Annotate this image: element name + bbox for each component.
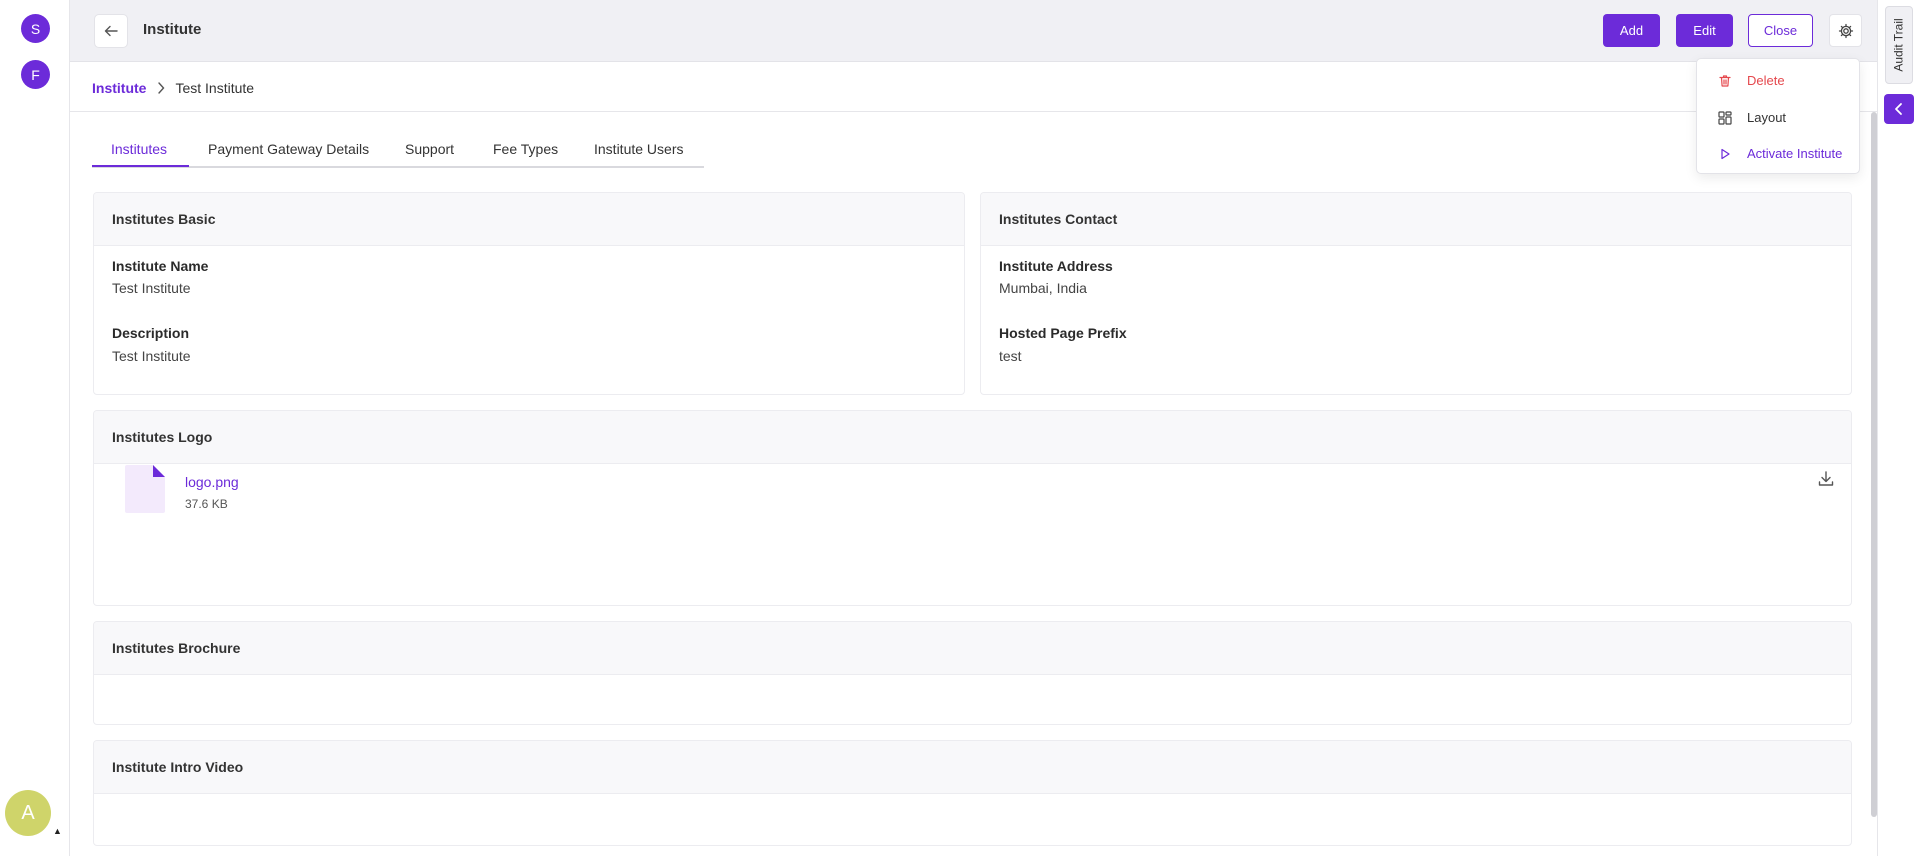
tab-fee-types[interactable]: Fee Types <box>493 141 558 157</box>
panel-toggle-button[interactable] <box>1884 94 1914 124</box>
field-value-hosted-page-prefix: test <box>999 348 1022 364</box>
audit-trail-tab[interactable]: Audit Trail <box>1885 6 1913 84</box>
field-value-institute-name: Test Institute <box>112 280 191 296</box>
play-icon <box>1721 148 1730 160</box>
field-label-institute-address: Institute Address <box>999 258 1113 274</box>
breadcrumb-current: Test Institute <box>175 80 255 96</box>
add-button[interactable]: Add <box>1603 14 1660 47</box>
menu-item-label: Delete <box>1747 73 1785 88</box>
breadcrumb-root-link[interactable]: Institute <box>92 80 146 96</box>
settings-button[interactable] <box>1829 14 1862 47</box>
section-title: Institutes Contact <box>981 193 1851 246</box>
section-title: Institutes Brochure <box>94 622 1851 675</box>
chevron-right-icon <box>157 82 165 94</box>
tab-bar: Institutes Payment Gateway Details Suppo… <box>92 138 704 168</box>
layout-grid-icon <box>1718 111 1732 125</box>
audit-trail-label: Audit Trail <box>1892 18 1907 72</box>
menu-item-layout[interactable]: Layout <box>1697 103 1861 133</box>
user-avatar[interactable]: A <box>5 790 51 836</box>
field-label-hosted-page-prefix: Hosted Page Prefix <box>999 325 1127 341</box>
file-size: 37.6 KB <box>185 497 228 511</box>
back-button[interactable] <box>94 14 128 48</box>
field-label-description: Description <box>112 325 190 341</box>
menu-item-label: Activate Institute <box>1747 146 1843 161</box>
chevron-left-icon <box>1895 103 1902 115</box>
breadcrumb: Institute Test Institute <box>92 80 254 96</box>
section-institutes-contact: Institutes Contact Institute Address Mum… <box>980 192 1852 395</box>
file-icon <box>125 465 165 513</box>
close-button[interactable]: Close <box>1748 14 1813 47</box>
divider <box>70 111 1877 112</box>
download-icon[interactable] <box>1816 469 1836 489</box>
field-label-institute-name: Institute Name <box>112 258 209 274</box>
edit-button[interactable]: Edit <box>1676 14 1733 47</box>
section-institutes-logo: Institutes Logo logo.png 37.6 KB <box>93 410 1852 606</box>
tab-institutes[interactable]: Institutes <box>111 141 167 157</box>
tab-institute-users[interactable]: Institute Users <box>594 141 683 157</box>
tab-support[interactable]: Support <box>405 141 454 157</box>
section-title: Institutes Basic <box>94 193 964 246</box>
file-name-link[interactable]: logo.png <box>185 474 239 490</box>
right-side-panel <box>1877 0 1917 856</box>
section-institutes-basic: Institutes Basic Institute Name Test Ins… <box>93 192 965 395</box>
page-title: Institute <box>143 21 202 38</box>
menu-item-label: Layout <box>1747 110 1787 125</box>
active-tab-indicator <box>92 165 189 167</box>
arrow-left-icon <box>104 25 118 37</box>
menu-item-delete[interactable]: Delete <box>1697 66 1861 96</box>
left-rail: S F A ▲ <box>0 0 70 856</box>
settings-dropdown-menu: Delete Layout Activate Institute <box>1696 58 1860 174</box>
section-title: Institutes Logo <box>94 411 1851 464</box>
tab-payment-gateway-details[interactable]: Payment Gateway Details <box>208 141 369 157</box>
menu-item-activate-institute[interactable]: Activate Institute <box>1697 139 1861 169</box>
field-value-institute-address: Mumbai, India <box>999 280 1087 296</box>
workspace-avatar-f[interactable]: F <box>21 60 50 89</box>
trash-icon <box>1719 75 1731 87</box>
field-value-description: Test Institute <box>112 348 191 364</box>
workspace-avatar-s[interactable]: S <box>21 14 50 43</box>
section-institutes-brochure: Institutes Brochure <box>93 621 1852 725</box>
user-menu-caret-icon[interactable]: ▲ <box>53 826 62 836</box>
section-title: Institute Intro Video <box>94 741 1851 794</box>
section-institute-intro-video: Institute Intro Video <box>93 740 1852 846</box>
gear-icon <box>1838 23 1853 38</box>
